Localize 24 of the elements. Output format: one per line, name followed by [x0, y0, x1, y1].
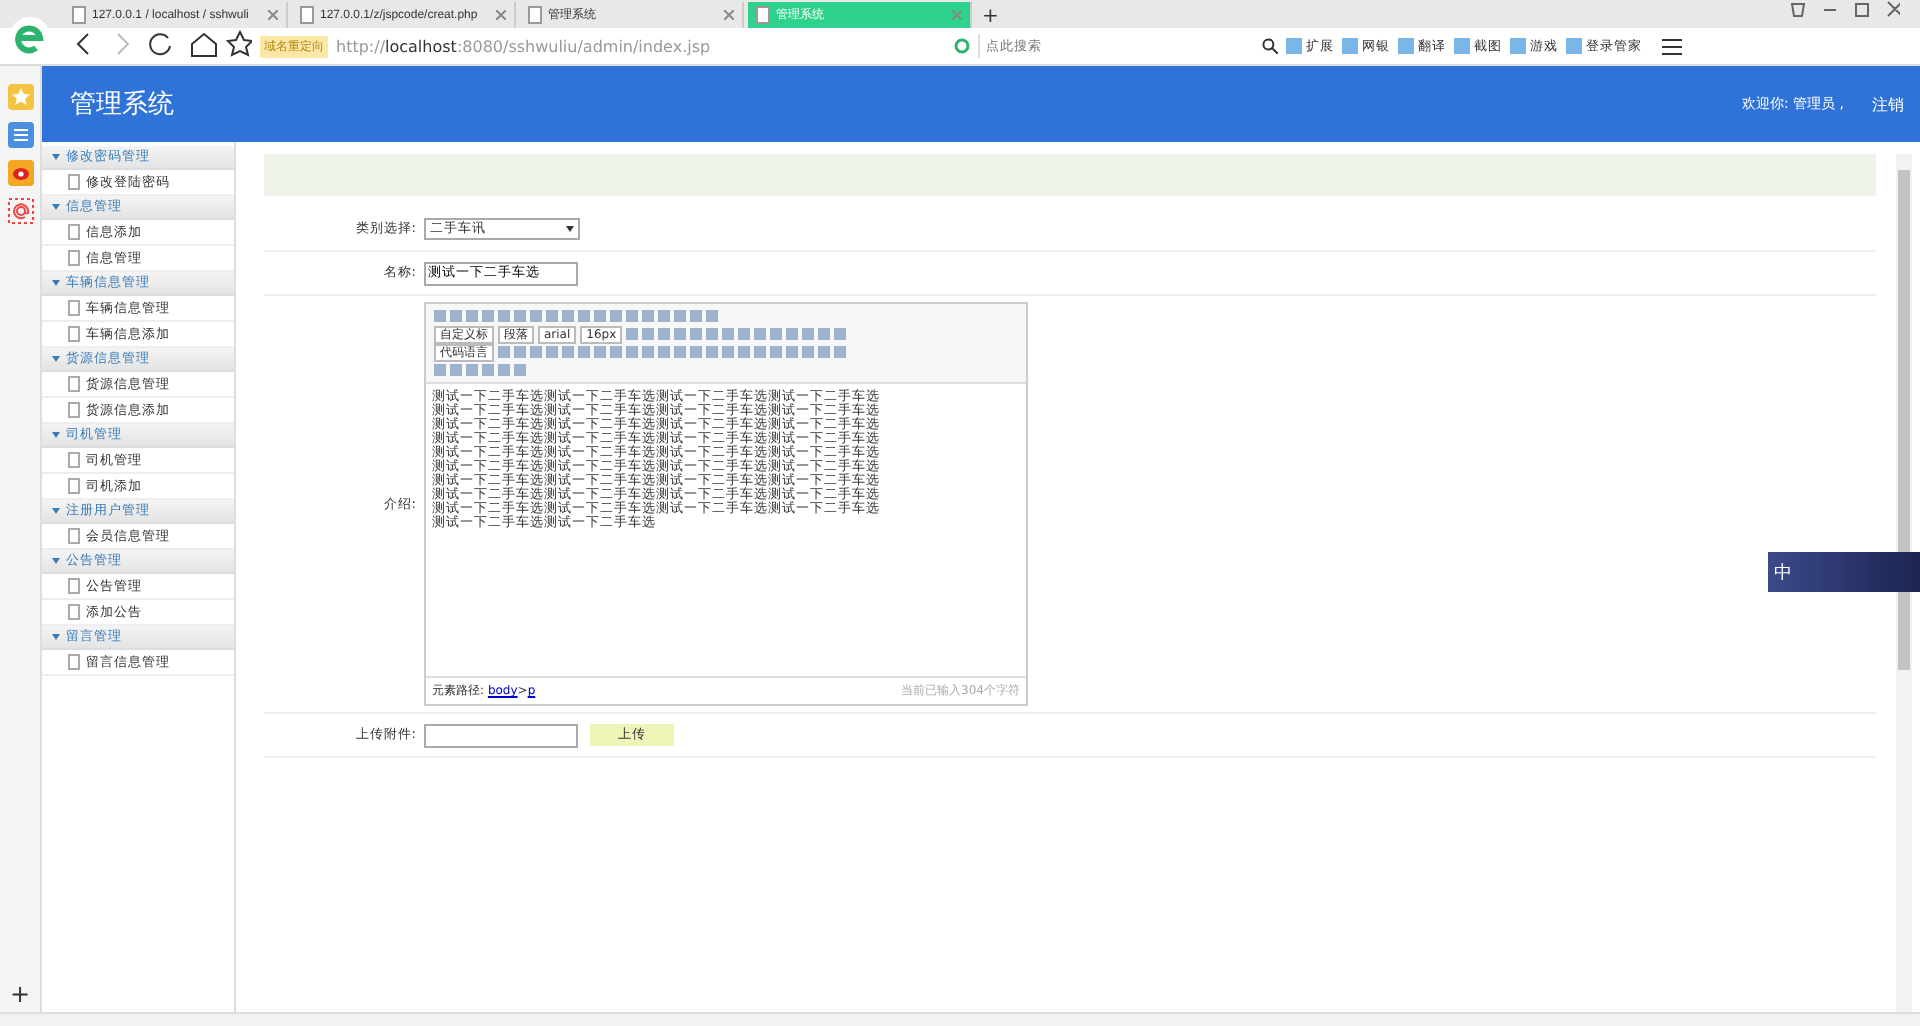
url-text: http://localhost:8080/sshwuliu/admin/index.jsp: [336, 37, 711, 55]
list-icon[interactable]: [7, 122, 33, 148]
add-button[interactable]: +: [9, 980, 31, 1012]
menu-icon[interactable]: [1662, 37, 1682, 55]
page-icon: [300, 6, 314, 24]
app-title: 管理系统: [70, 88, 174, 122]
page-icon: [72, 6, 86, 24]
logout-link[interactable]: 注销: [1872, 93, 1904, 115]
close-icon[interactable]: [952, 10, 962, 20]
scrollbar[interactable]: [1896, 154, 1912, 1012]
rich-text-editor[interactable]: [424, 302, 1028, 706]
star-icon[interactable]: [7, 84, 33, 110]
at-sign-icon[interactable]: [7, 198, 33, 224]
close-icon[interactable]: [268, 10, 278, 20]
eye-icon[interactable]: [7, 160, 33, 186]
search-icon[interactable]: [1262, 38, 1278, 54]
close-icon[interactable]: [724, 10, 734, 20]
ime-toolbar[interactable]: 中: [1768, 552, 1920, 592]
new-tab-button[interactable]: +: [972, 6, 1009, 28]
close-icon[interactable]: [496, 10, 506, 20]
page-icon: [528, 6, 542, 24]
file-field[interactable]: [424, 723, 578, 747]
page-icon: [756, 6, 770, 24]
navigation-icons-drawing[interactable]: [72, 30, 252, 62]
